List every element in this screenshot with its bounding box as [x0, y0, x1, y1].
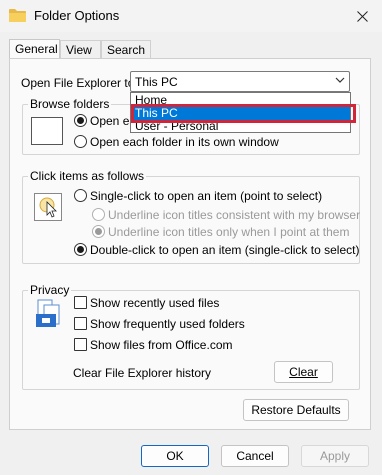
- clear-history-button[interactable]: Clear: [274, 361, 333, 383]
- show-recent-files-label: Show recently used files: [90, 296, 220, 310]
- tab-view-label: View: [66, 43, 92, 57]
- close-button[interactable]: [342, 0, 382, 32]
- underline-consistent-label: Underline icon titles consistent with my…: [108, 208, 361, 222]
- cancel-label: Cancel: [236, 449, 274, 463]
- browse-folders-title: Browse folders: [28, 97, 112, 111]
- cursor-click-icon: [34, 193, 62, 221]
- apply-label: Apply: [319, 449, 351, 463]
- ok-button[interactable]: OK: [141, 445, 209, 467]
- folder-icon: [9, 9, 26, 22]
- show-frequent-folders-checkbox[interactable]: [74, 317, 87, 330]
- close-icon: [356, 10, 368, 22]
- tab-search[interactable]: Search: [101, 40, 151, 59]
- open-explorer-combobox[interactable]: This PC: [130, 71, 350, 92]
- tab-view[interactable]: View: [60, 40, 101, 59]
- underline-consistent-radio[interactable]: [92, 208, 105, 221]
- show-office-files-label: Show files from Office.com: [90, 338, 233, 352]
- open-explorer-label: Open File Explorer to:: [21, 76, 138, 90]
- window-preview-icon: [31, 117, 63, 145]
- single-click-radio[interactable]: [74, 189, 87, 202]
- open-explorer-value: This PC: [135, 75, 178, 89]
- cancel-button[interactable]: Cancel: [221, 445, 289, 467]
- restore-defaults-button[interactable]: Restore Defaults: [243, 399, 349, 421]
- browse-same-window-radio[interactable]: [74, 114, 87, 127]
- clear-button-label: Clear: [289, 365, 318, 379]
- tab-general-label: General: [15, 42, 58, 56]
- chevron-down-icon: [335, 77, 345, 83]
- tab-general[interactable]: General: [9, 39, 60, 60]
- underline-point-radio[interactable]: [92, 225, 105, 238]
- clear-history-label: Clear File Explorer history: [73, 366, 212, 380]
- underline-point-label: Underline icon titles only when I point …: [108, 225, 350, 239]
- double-click-radio[interactable]: [74, 243, 87, 256]
- restore-defaults-label: Restore Defaults: [251, 403, 341, 417]
- tab-search-label: Search: [107, 43, 146, 57]
- single-click-label: Single-click to open an item (point to s…: [90, 189, 323, 203]
- browse-own-window-radio[interactable]: [74, 135, 87, 148]
- click-items-title: Click items as follows: [28, 169, 147, 183]
- show-recent-files-checkbox[interactable]: [74, 296, 87, 309]
- show-frequent-folders-label: Show frequently used folders: [90, 317, 245, 331]
- selection-highlight-annotation: [131, 104, 356, 123]
- browse-own-window-label: Open each folder in its own window: [90, 135, 279, 149]
- title-bar: Folder Options: [0, 0, 382, 32]
- recent-files-icon: [36, 299, 60, 327]
- ok-label: OK: [166, 449, 184, 463]
- apply-button[interactable]: Apply: [301, 445, 369, 467]
- show-office-files-checkbox[interactable]: [74, 338, 87, 351]
- double-click-label: Double-click to open an item (single-cli…: [90, 243, 360, 257]
- privacy-title: Privacy: [28, 283, 72, 297]
- window-title: Folder Options: [34, 8, 120, 23]
